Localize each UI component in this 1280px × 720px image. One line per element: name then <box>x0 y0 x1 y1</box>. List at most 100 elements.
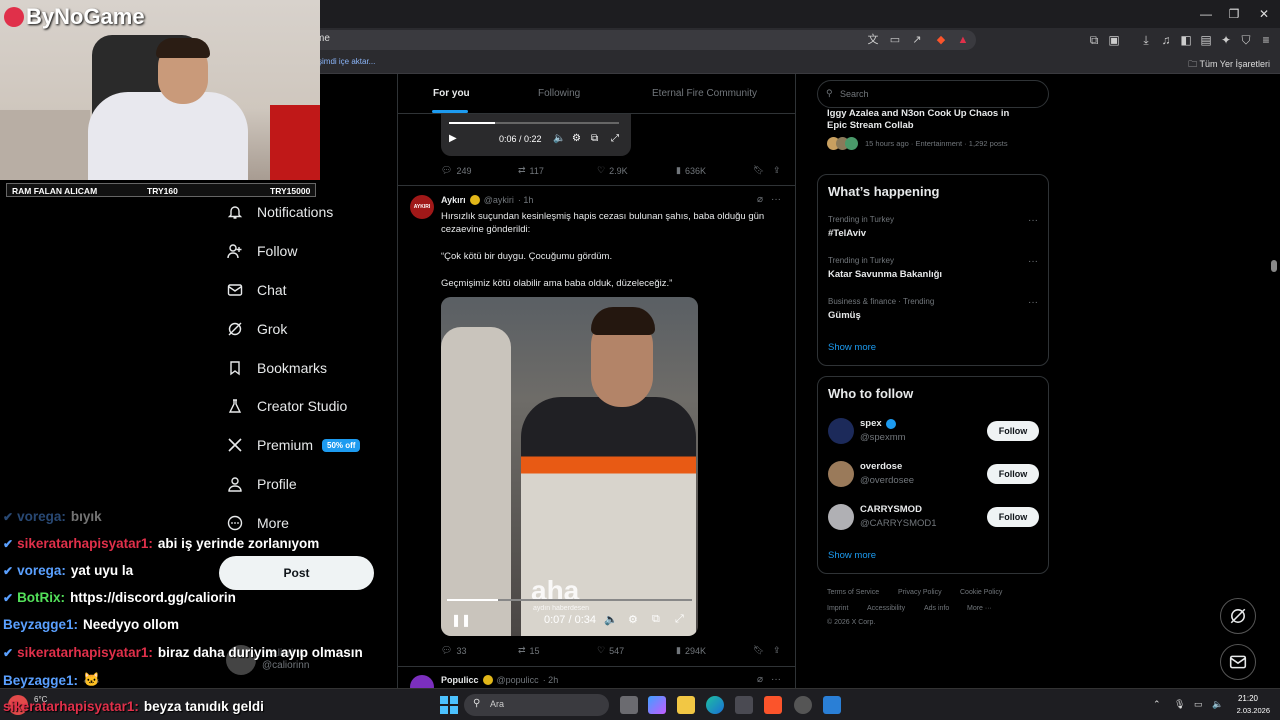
reply-button[interactable]: 💬︎ 249 <box>441 165 471 176</box>
file-explorer-icon[interactable] <box>677 696 695 714</box>
microphone-icon[interactable]: 🎙︎ <box>1174 699 1185 710</box>
footer-link[interactable]: Ads info <box>924 605 949 612</box>
clock-time[interactable]: 21:20 <box>1238 694 1258 703</box>
footer-link[interactable]: More ··· <box>967 605 992 612</box>
messages-fab-button[interactable] <box>1220 644 1256 680</box>
video-player[interactable]: ▶ 0:06 / 0:22 🔈 ⚙ ⧉ ⤢ <box>441 112 631 156</box>
share-icon[interactable]: ↗ <box>910 33 924 47</box>
footer-link[interactable]: Cookie Policy <box>960 589 1002 596</box>
page-scrollbar[interactable] <box>1271 260 1277 272</box>
tab-for-you[interactable]: For you <box>433 88 470 99</box>
tweet-time[interactable]: · 2h <box>543 675 559 685</box>
brave-browser-icon[interactable] <box>764 696 782 714</box>
grok-fab-button[interactable] <box>1220 598 1256 634</box>
nav-follow[interactable]: Follow <box>226 239 297 263</box>
tweet-avatar[interactable]: AYKIRI <box>410 195 434 219</box>
user-avatar[interactable] <box>828 418 854 444</box>
grok-icon[interactable]: ⌀ <box>757 194 763 205</box>
settings-icon[interactable]: ⚙ <box>572 133 581 144</box>
translate-icon[interactable]: 文 <box>866 33 880 47</box>
video-progress-bar[interactable] <box>447 599 692 601</box>
close-icon[interactable]: ✕ <box>1250 4 1278 24</box>
more-options-icon[interactable]: ··· <box>1028 256 1038 267</box>
nav-chat[interactable]: Chat <box>226 278 287 302</box>
like-button[interactable]: ♡ 2.9K <box>597 165 628 176</box>
show-more-link[interactable]: Show more <box>828 342 876 353</box>
nav-notifications[interactable]: Notifications <box>226 200 333 224</box>
post-button[interactable]: Post <box>219 556 374 590</box>
video-progress-bar[interactable] <box>449 122 619 124</box>
extensions-icon[interactable]: ⧉ <box>1086 32 1102 48</box>
more-options-icon[interactable]: ··· <box>771 194 781 205</box>
brave-shield-icon[interactable]: ◆ <box>934 33 948 47</box>
tweet-video-player[interactable]: aha aydın haberdesen ❚❚ 0:07 / 0:34 🔈 ⚙ … <box>441 297 698 636</box>
views-button[interactable]: ▮ 636K <box>676 165 706 176</box>
fullscreen-icon[interactable]: ⤢ <box>675 613 684 626</box>
footer-link[interactable]: Privacy Policy <box>898 589 942 596</box>
tab-following[interactable]: Following <box>538 88 580 99</box>
nav-grok[interactable]: Grok <box>226 317 287 341</box>
volume-icon[interactable]: 🔈 <box>1212 699 1223 710</box>
address-bar[interactable]: me 文 ▭ ↗ ◆ ▲ <box>300 30 976 50</box>
user-name[interactable]: spex <box>860 418 882 429</box>
nav-bookmarks[interactable]: Bookmarks <box>226 356 327 380</box>
user-avatar[interactable] <box>828 504 854 530</box>
trend-name[interactable]: Katar Savunma Bakanlığı <box>828 269 942 280</box>
bookmark-button[interactable]: 🔖︎ <box>753 645 764 656</box>
follow-button[interactable]: Follow <box>987 464 1039 484</box>
user-name[interactable]: overdose <box>860 461 902 472</box>
pip-icon[interactable]: ⧉ <box>591 133 598 144</box>
tab-eternal-fire-community[interactable]: Eternal Fire Community <box>652 88 757 99</box>
shield-icon[interactable]: ⛉ <box>1238 32 1254 48</box>
store-icon[interactable] <box>735 696 753 714</box>
fullscreen-icon[interactable]: ⤢ <box>611 133 619 144</box>
more-options-icon[interactable]: ··· <box>1028 297 1038 308</box>
footer-link[interactable]: Imprint <box>827 605 848 612</box>
maximize-icon[interactable]: ❐ <box>1220 4 1248 24</box>
more-options-icon[interactable]: ··· <box>771 674 781 685</box>
bookmark-button[interactable]: 🔖︎ <box>753 165 764 176</box>
tweet-author-name[interactable]: Populicc <box>441 675 479 685</box>
like-button[interactable]: ♡ 547 <box>597 645 624 656</box>
wallet-icon[interactable]: ▣ <box>1106 32 1122 48</box>
trend-name[interactable]: Gümüş <box>828 310 861 321</box>
tweet-time[interactable]: · 1h <box>518 195 534 205</box>
share-button[interactable]: ⇪ <box>773 645 781 656</box>
follow-button[interactable]: Follow <box>987 421 1039 441</box>
tweet-author-handle[interactable]: @aykiri <box>484 195 514 205</box>
nav-creator-studio[interactable]: Creator Studio <box>226 394 347 418</box>
vpn-icon[interactable]: ▤ <box>1198 32 1214 48</box>
cast-icon[interactable]: ▭ <box>888 33 902 47</box>
news-item[interactable]: Iggy Azalea and N3on Cook Up Chaos in Ep… <box>827 108 1042 150</box>
follow-button[interactable]: Follow <box>987 507 1039 527</box>
network-icon[interactable]: ▭ <box>1194 699 1203 710</box>
windows-start-icon[interactable] <box>440 696 458 714</box>
user-name[interactable]: CARRYSMOD <box>860 504 922 515</box>
grok-icon[interactable]: ⌀ <box>757 674 763 685</box>
reply-button[interactable]: 💬︎ 33 <box>441 645 466 656</box>
tweet-author-handle[interactable]: @populicc <box>497 675 539 685</box>
footer-link[interactable]: Accessibility <box>867 605 905 612</box>
edge-icon[interactable] <box>706 696 724 714</box>
download-icon[interactable]: ⤓ <box>1138 32 1154 48</box>
music-icon[interactable]: ♫ <box>1158 32 1174 48</box>
volume-icon[interactable]: 🔈 <box>604 613 618 626</box>
user-avatar[interactable] <box>828 461 854 487</box>
brave-rewards-icon[interactable]: ▲ <box>956 33 970 47</box>
show-more-link[interactable]: Show more <box>828 550 876 561</box>
bookmark-import-link[interactable]: şimdi içe aktar... <box>318 57 375 66</box>
trend-name[interactable]: #TelAviv <box>828 228 866 239</box>
views-button[interactable]: ▮ 294K <box>676 645 706 656</box>
tweet-author-name[interactable]: Aykırı <box>441 195 466 205</box>
all-bookmarks-folder[interactable]: 🗀 Tüm Yer İşaretleri <box>1188 57 1270 73</box>
app-icon[interactable] <box>794 696 812 714</box>
pip-icon[interactable]: ⧉ <box>652 613 660 626</box>
nav-profile[interactable]: Profile <box>226 472 297 496</box>
tray-chevron-icon[interactable]: ⌃ <box>1153 699 1161 710</box>
minimize-icon[interactable]: — <box>1192 4 1220 24</box>
settings-icon[interactable]: ⚙ <box>628 613 638 626</box>
leo-ai-icon[interactable]: ✦ <box>1218 32 1234 48</box>
repost-button[interactable]: ⇄ 15 <box>518 645 540 656</box>
taskbar-search[interactable]: ⚲ Ara <box>464 694 609 716</box>
task-view-icon[interactable] <box>620 696 638 714</box>
